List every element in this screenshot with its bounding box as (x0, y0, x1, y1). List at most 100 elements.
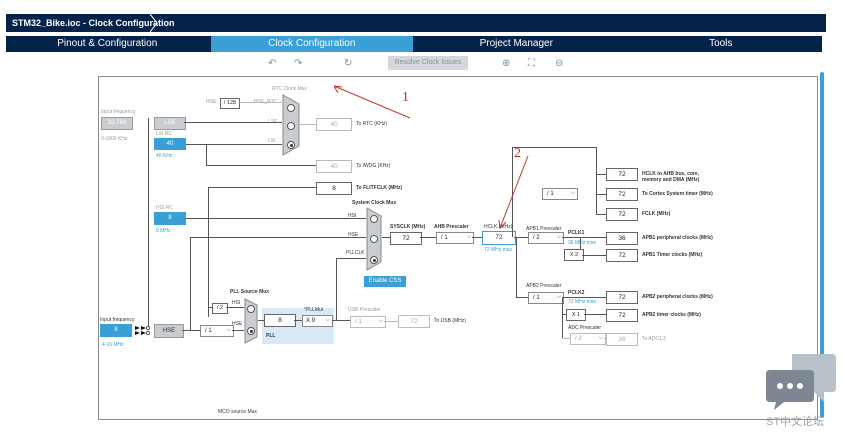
undo-icon[interactable]: ↶ (268, 58, 276, 69)
usb-prescaler-select[interactable]: / 1 ⌵ (350, 316, 386, 328)
ahb-prescaler-label: AHB Prescaler (434, 224, 469, 230)
refresh-icon[interactable]: ↻ (344, 58, 352, 69)
lse-range-label: 0-1000 KHz (101, 136, 128, 142)
apb1-timer-value-box[interactable]: 72 (606, 249, 638, 262)
rtc-radio-lse[interactable] (287, 122, 295, 130)
cortex-value-box[interactable]: 72 (606, 188, 638, 201)
chevron-down-icon: ⌵ (556, 294, 561, 300)
rtc-radio-hse[interactable] (287, 104, 295, 112)
apb2-timer-value-box[interactable]: 72 (606, 309, 638, 322)
apb1-timer-label: APB1 Timer clocks (MHz) (642, 252, 703, 258)
hse-prediv-select[interactable]: / 1 ⌵ (200, 325, 234, 337)
wire (182, 330, 200, 331)
wire (472, 237, 482, 238)
pll-input-value-box[interactable]: 8 (264, 314, 296, 327)
hclk-ahb-value-box[interactable]: 72 (606, 168, 638, 181)
chevron-down-icon: ⌵ (325, 317, 330, 323)
hse-input-field[interactable]: 8 (100, 324, 132, 337)
mco-source-mux-label: MCO source Mux (218, 409, 257, 415)
tab-tools[interactable]: Tools (619, 36, 822, 52)
lse-oscillator-box[interactable]: LSE (154, 117, 186, 130)
wire (516, 237, 517, 297)
wire (206, 144, 207, 166)
apb1-periph-value-box[interactable]: 36 (606, 232, 638, 245)
usb-value-box[interactable]: 72 (398, 315, 430, 328)
apb2-periph-value-box[interactable]: 72 (606, 291, 638, 304)
wire (186, 218, 366, 219)
wire (186, 144, 282, 145)
hse-input-frequency-label: Input frequency (100, 317, 135, 323)
apb1-periph-label: APB1 peripheral clocks (MHz) (642, 235, 713, 241)
flitfclk-value-box[interactable]: 8 (316, 182, 352, 195)
apb2-prescaler-select[interactable]: / 1 ⌵ (528, 292, 564, 304)
redo-icon[interactable]: ↷ (294, 58, 302, 69)
iwdg-value-box[interactable]: 40 (316, 160, 352, 173)
chat-bubble-logo-icon (766, 354, 836, 410)
sys-radio-pllclk[interactable] (370, 256, 378, 264)
chevron-down-icon: ⌵ (226, 327, 231, 333)
lsi-freq-label: 40 KHz (156, 153, 173, 159)
wire (596, 147, 597, 215)
fclk-value-box[interactable]: 72 (606, 208, 638, 221)
wire (512, 147, 596, 148)
apb2-prescaler-label: APB2 Prescaler (526, 283, 562, 289)
wire (562, 314, 566, 315)
wire (148, 118, 149, 326)
tab-clock-configuration[interactable]: Clock Configuration (210, 36, 413, 52)
hse-oscillator-box[interactable]: HSE (154, 324, 184, 338)
wire (208, 187, 316, 188)
chevron-down-icon: ⌵ (378, 318, 383, 324)
resolve-clock-issues-button[interactable]: Resolve Clock Issues (388, 56, 468, 70)
apb1-prescaler-value: / 2 (533, 235, 540, 241)
adc-prescaler-value: / 2 (575, 336, 582, 342)
lsi-rc-label: LSI RC (156, 131, 173, 137)
pclk2-max-label: 72 MHz max (568, 299, 597, 305)
lse-input-frequency-label: Input frequency (101, 109, 136, 115)
fit-icon[interactable]: ⛶ (528, 58, 535, 69)
pll-radio-hsi[interactable] (247, 305, 255, 313)
zoom-out-icon[interactable]: ⊖ (555, 58, 563, 69)
wire (596, 174, 606, 175)
lsi-rc-box[interactable]: 40 (154, 138, 186, 150)
wire (208, 187, 209, 317)
annotation-number-1: 1 (402, 90, 409, 105)
wire (584, 314, 606, 315)
pll-div2-box: / 2 (212, 303, 228, 314)
watermark-text: ST中文论坛 (766, 416, 825, 428)
wire (420, 237, 436, 238)
system-clock-mux-label: System Clock Mux (352, 200, 397, 206)
sysclk-value-box[interactable]: 72 (390, 232, 422, 245)
apb2-x1-box: X 1 (566, 309, 586, 321)
sys-radio-hsi[interactable] (370, 215, 378, 223)
wire (596, 194, 606, 195)
wire (382, 237, 390, 238)
hsi-rc-box[interactable]: 8 (154, 212, 186, 225)
hsi-rc-label: HSI RC (156, 205, 173, 211)
pll-radio-hse[interactable] (247, 327, 255, 335)
rtc-hse-label: HSE (206, 99, 217, 105)
pll-hse-label: HSE (232, 321, 243, 327)
wire (516, 297, 528, 298)
sys-radio-hse[interactable] (370, 235, 378, 243)
rtc-radio-lsi[interactable] (287, 141, 295, 149)
zoom-in-icon[interactable]: ⊕ (502, 58, 510, 69)
wire (294, 320, 302, 321)
enable-css-button[interactable]: Enable CSS (364, 276, 406, 287)
wire (582, 255, 606, 256)
lse-input-field[interactable]: 32.768 (101, 117, 133, 130)
wire (562, 338, 570, 339)
pllmul-select[interactable]: X 9 ⌵ (302, 315, 333, 327)
wire (184, 122, 282, 123)
wire (232, 330, 244, 331)
wire (190, 237, 191, 330)
cortex-prescaler-select[interactable]: / 1 ⌵ (542, 188, 578, 200)
adc-prescaler-select[interactable]: / 2 ⌵ (570, 333, 606, 345)
hclk-value-box[interactable]: 72 (482, 231, 516, 245)
adc-value-box[interactable]: 36 (606, 333, 638, 346)
apb1-prescaler-select[interactable]: / 2 ⌵ (528, 232, 564, 244)
tab-pinout[interactable]: Pinout & Configuration (6, 36, 209, 52)
ahb-prescaler-select[interactable]: / 1 ⌵ (436, 232, 474, 244)
wire (332, 320, 350, 321)
tab-project-manager[interactable]: Project Manager (415, 36, 618, 52)
rtc-mux-label: RTC Clock Mux (272, 86, 307, 92)
